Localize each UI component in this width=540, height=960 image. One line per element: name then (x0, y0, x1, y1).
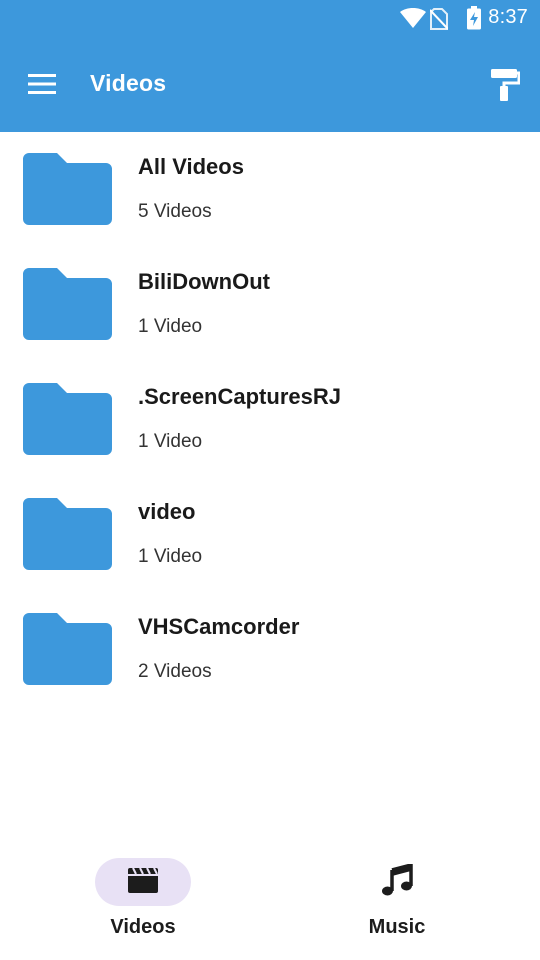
folder-icon (23, 268, 112, 340)
folder-item-all-videos[interactable]: All Videos 5 Videos (0, 132, 540, 247)
page-title: Videos (90, 70, 167, 96)
folder-name: .ScreenCapturesRJ (138, 384, 341, 409)
hamburger-menu-icon[interactable] (26, 71, 58, 97)
tab-videos[interactable]: Videos (8, 840, 278, 960)
folder-video-count: 5 Videos (138, 201, 212, 222)
folder-item-bilidownout[interactable]: BiliDownOut 1 Video (0, 247, 540, 362)
battery-charging-icon (467, 6, 481, 30)
tab-music[interactable]: Music (262, 840, 532, 960)
folder-item-screencapturesrj[interactable]: .ScreenCapturesRJ 1 Video (0, 362, 540, 477)
folder-name: video (138, 499, 196, 524)
folder-video-count: 2 Videos (138, 661, 212, 682)
wifi-icon (400, 8, 426, 28)
folder-item-video[interactable]: video 1 Video (0, 477, 540, 592)
music-note-icon (382, 864, 413, 896)
status-time: 8:37 (488, 6, 528, 28)
folder-icon (23, 613, 112, 685)
folder-icon (23, 153, 112, 225)
folder-icon (23, 498, 112, 570)
app-bar: Videos (0, 36, 540, 132)
folder-name: All Videos (138, 154, 244, 179)
folder-video-count: 1 Video (138, 316, 203, 337)
folder-name: VHSCamcorder (138, 614, 300, 639)
clapperboard-icon (128, 867, 158, 893)
screen: 8:37 Videos All Videos 5 Videos BiliDown… (0, 0, 540, 960)
folder-video-count: 1 Video (138, 546, 203, 567)
no-sim-icon (430, 8, 448, 30)
folder-list: All Videos 5 Videos BiliDownOut 1 Video … (0, 132, 540, 707)
folder-item-vhscamcorder[interactable]: VHSCamcorder 2 Videos (0, 592, 540, 707)
folder-video-count: 1 Video (138, 431, 203, 452)
folder-icon (23, 383, 112, 455)
bottom-navigation: Videos Music (0, 840, 540, 960)
tab-music-label: Music (368, 916, 426, 938)
paint-roller-icon[interactable] (490, 68, 520, 102)
status-bar: 8:37 (0, 0, 540, 36)
tab-videos-label: Videos (110, 916, 176, 938)
folder-name: BiliDownOut (138, 269, 270, 294)
